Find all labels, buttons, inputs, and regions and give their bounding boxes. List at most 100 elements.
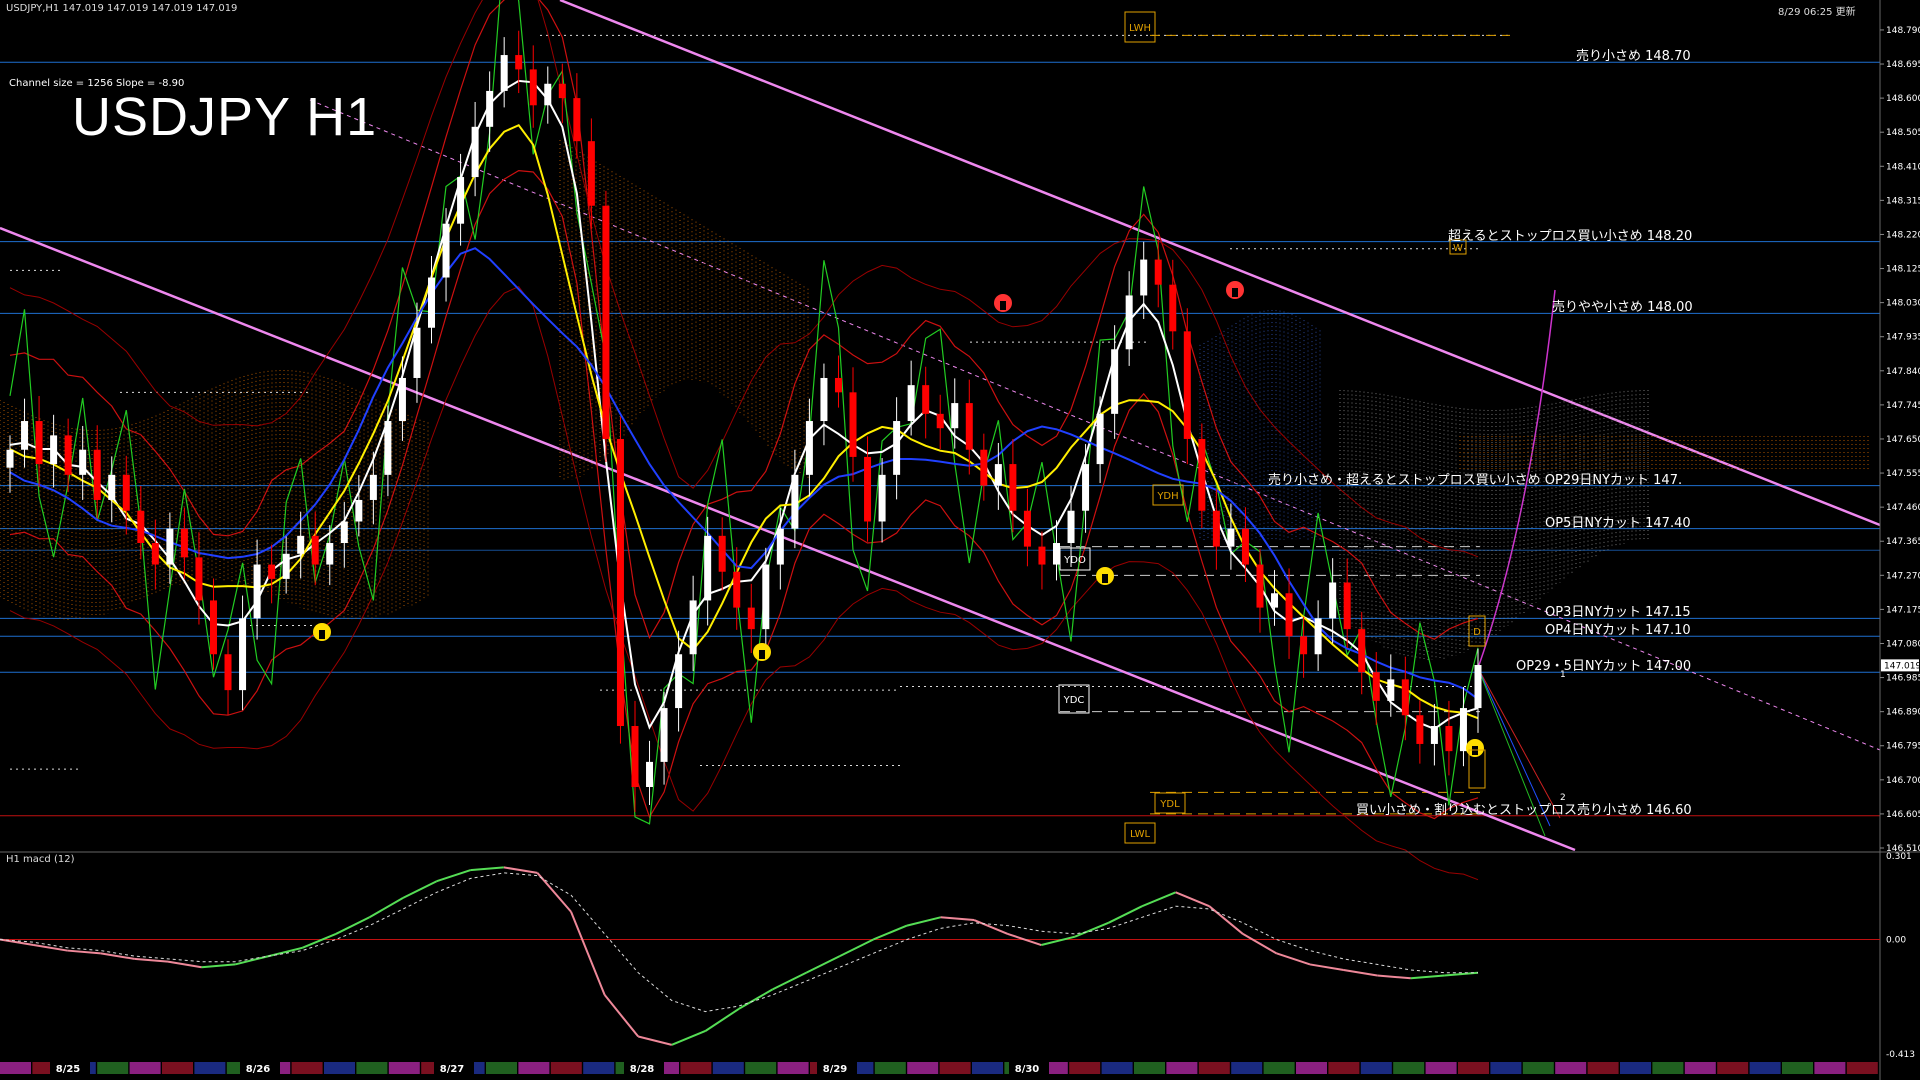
date-strip-block xyxy=(194,1062,226,1074)
date-strip-block xyxy=(162,1062,193,1074)
signal-marker-notch xyxy=(1000,301,1006,310)
date-strip-block xyxy=(1296,1062,1327,1074)
candle-body xyxy=(209,600,217,655)
date-strip-block xyxy=(1360,1062,1392,1074)
date-strip-block xyxy=(874,1062,906,1074)
candle-body xyxy=(180,528,188,558)
date-strip-block xyxy=(0,1062,31,1074)
date-strip-block xyxy=(712,1062,744,1074)
candle-body xyxy=(849,392,857,457)
date-strip-block xyxy=(1166,1062,1198,1074)
candle-body xyxy=(64,435,72,475)
candle-body xyxy=(1140,259,1148,296)
candle-body xyxy=(1401,679,1409,716)
date-strip-block xyxy=(1490,1062,1522,1074)
date-label: 8/26 xyxy=(246,1064,271,1075)
date-label: 8/25 xyxy=(56,1064,81,1075)
signal-marker-notch xyxy=(319,630,325,639)
y-tick-label: 147.175 xyxy=(1886,605,1920,615)
date-strip-block xyxy=(1749,1062,1781,1074)
date-strip-block xyxy=(291,1062,323,1074)
date-strip-block xyxy=(1782,1062,1813,1074)
candle-body xyxy=(239,618,247,691)
candle-body xyxy=(936,413,944,429)
candle-body xyxy=(1300,636,1308,655)
date-strip-block xyxy=(550,1062,582,1074)
y-tick-label: 148.220 xyxy=(1886,230,1920,240)
date-strip-block xyxy=(1393,1062,1425,1074)
chart-title: USDJPY H1 xyxy=(72,87,378,147)
candle-body xyxy=(994,464,1002,486)
y-tick-label: 147.935 xyxy=(1886,333,1920,343)
candle-body xyxy=(500,55,508,91)
candle-body xyxy=(1343,582,1351,630)
candle-body xyxy=(1314,618,1322,655)
date-strip-block xyxy=(1814,1062,1846,1074)
candle-body xyxy=(922,385,930,414)
date-strip-block xyxy=(777,1062,809,1074)
date-strip-block xyxy=(1101,1062,1133,1074)
candle-body xyxy=(1125,295,1133,350)
candle-body xyxy=(398,377,406,422)
y-tick-label: 147.555 xyxy=(1886,469,1920,479)
candle-body xyxy=(486,90,494,127)
candle-body xyxy=(1212,510,1220,547)
candle-body xyxy=(616,438,624,727)
candle-body xyxy=(805,421,813,475)
y-tick-label: 147.840 xyxy=(1886,367,1920,377)
date-strip-block xyxy=(388,1062,420,1074)
date-strip-block xyxy=(356,1062,388,1074)
candle-body xyxy=(355,499,363,522)
y-tick-label: 147.080 xyxy=(1886,639,1920,649)
candle-body xyxy=(1372,672,1380,701)
candle-body xyxy=(704,535,712,601)
date-strip-block xyxy=(1231,1062,1263,1074)
candle-body xyxy=(369,474,377,500)
candle-body xyxy=(311,535,319,565)
candle-body xyxy=(1445,726,1453,752)
candle-body xyxy=(951,403,959,429)
y-tick-label: 148.600 xyxy=(1886,94,1920,104)
level-box-label: LWH xyxy=(1129,23,1151,34)
signal-marker-notch xyxy=(1102,574,1108,583)
level-annotation: 売り小さめ 148.70 xyxy=(1576,49,1691,65)
candle-body xyxy=(1198,438,1206,511)
candle-body xyxy=(747,607,755,630)
candle-body xyxy=(35,421,43,465)
candle-body xyxy=(1009,464,1017,511)
candle-body xyxy=(137,510,145,544)
candle-body xyxy=(1038,546,1046,565)
candle-body xyxy=(268,564,276,579)
candle-body xyxy=(544,83,552,106)
candle-body xyxy=(631,726,639,788)
candle-body xyxy=(965,403,973,450)
candle-body xyxy=(1023,510,1031,547)
candle-body xyxy=(6,449,14,468)
date-label: 8/27 xyxy=(440,1064,465,1075)
date-strip-block xyxy=(1069,1062,1101,1074)
y-tick-label: 147.365 xyxy=(1886,537,1920,547)
candle-body xyxy=(820,377,828,422)
date-label: 8/28 xyxy=(630,1064,655,1075)
level-box-label: W xyxy=(1453,243,1463,254)
candle-body xyxy=(834,377,842,393)
y-tick-label: 146.890 xyxy=(1886,708,1920,718)
date-label: 8/29 xyxy=(823,1064,848,1075)
y-tick-label: 148.695 xyxy=(1886,60,1920,70)
y-tick-label: 146.985 xyxy=(1886,674,1920,684)
candle-body xyxy=(471,126,479,178)
candle-body xyxy=(980,449,988,486)
candle-body xyxy=(1474,665,1482,709)
candle-body xyxy=(1271,593,1279,608)
date-strip-block xyxy=(1425,1062,1457,1074)
candle-body xyxy=(602,205,610,439)
candle-body xyxy=(1082,464,1090,511)
macd-tick-label: 0.301 xyxy=(1886,852,1912,862)
candle-body xyxy=(442,223,450,278)
date-strip-block xyxy=(129,1062,161,1074)
date-strip-block xyxy=(1134,1062,1165,1074)
candle-body xyxy=(878,474,886,522)
level-annotation: OP4日NYカット 147.10 xyxy=(1545,623,1691,639)
candle-body xyxy=(1227,528,1235,547)
macd-tick-label: 0.00 xyxy=(1886,935,1906,945)
